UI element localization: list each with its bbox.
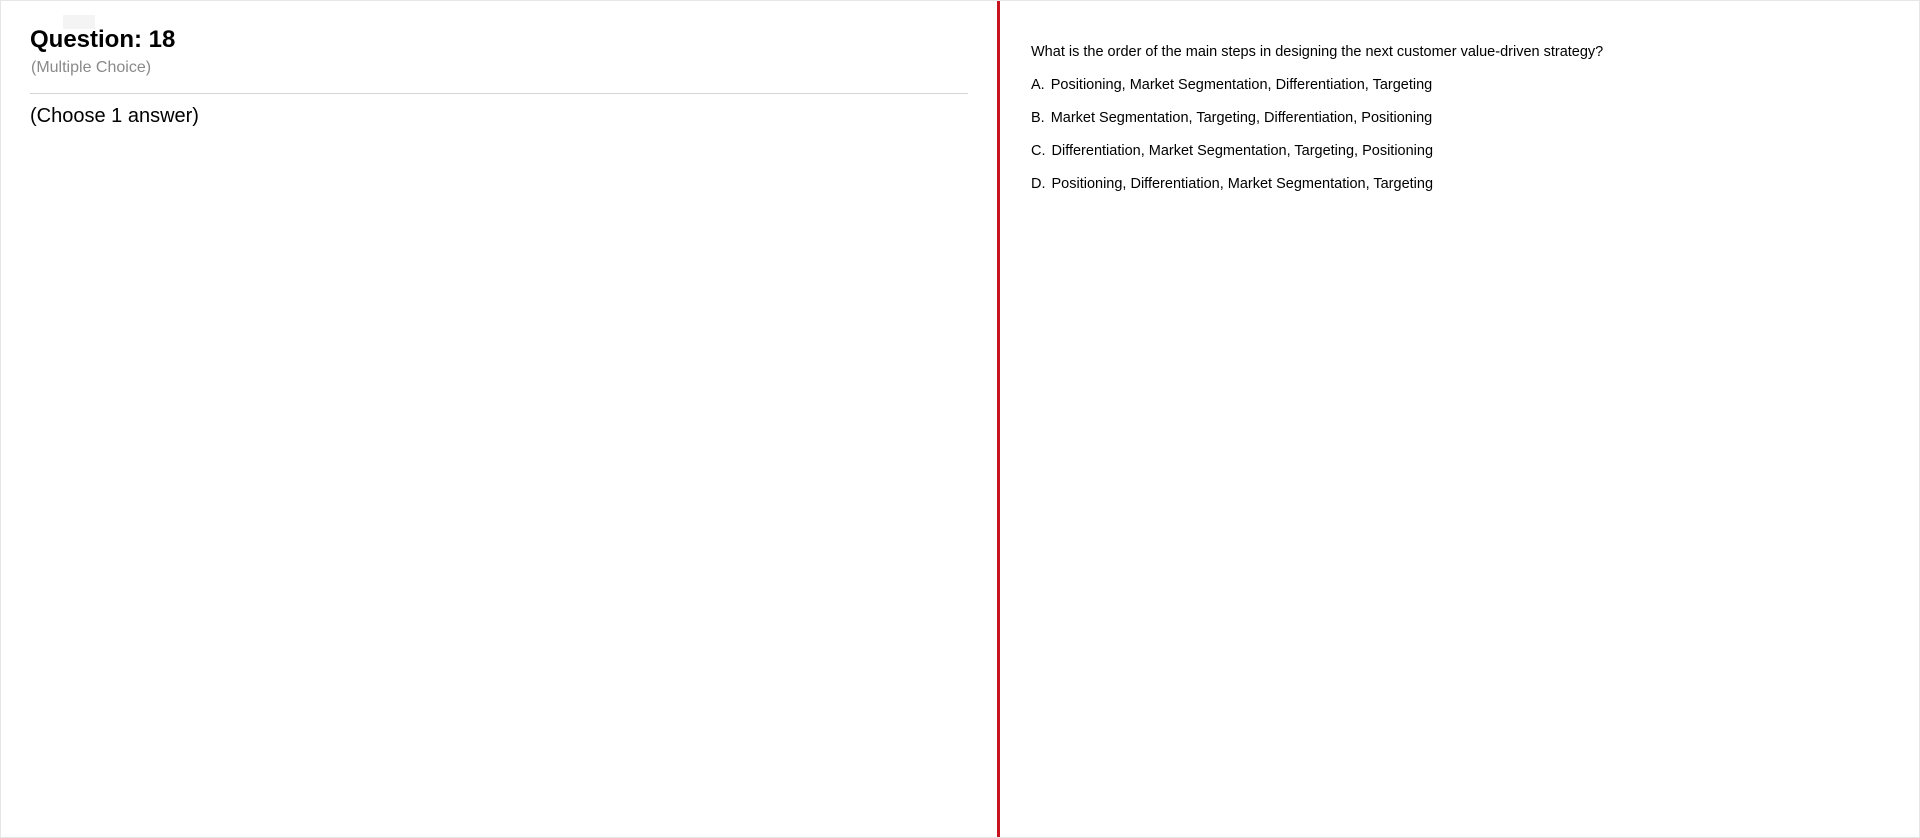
answer-option-c[interactable]: C. Differentiation, Market Segmentation, … <box>1031 142 1433 160</box>
question-title: Question: 18 <box>30 26 176 53</box>
option-letter: D. <box>1031 176 1046 192</box>
answer-option-b[interactable]: B. Market Segmentation, Targeting, Differ… <box>1031 109 1432 127</box>
answer-instruction: (Choose 1 answer) <box>30 105 199 127</box>
option-letter: B. <box>1031 110 1045 126</box>
header-divider <box>30 93 968 94</box>
question-body-pane: What is the order of the main steps in d… <box>1000 1 1919 837</box>
option-letter: A. <box>1031 77 1045 93</box>
option-letter: C. <box>1031 143 1046 159</box>
option-text: Market Segmentation, Targeting, Differen… <box>1050 110 1433 126</box>
question-page: Question: 18 (Multiple Choice) (Choose 1… <box>0 0 1920 838</box>
option-text: Differentiation, Market Segmentation, Ta… <box>1051 143 1434 159</box>
question-type-label: (Multiple Choice) <box>31 59 152 76</box>
option-text: Positioning, Market Segmentation, Differ… <box>1050 77 1433 93</box>
option-text: Positioning, Differentiation, Market Seg… <box>1051 176 1434 192</box>
answer-option-d[interactable]: D. Positioning, Differentiation, Market S… <box>1031 175 1433 193</box>
answer-option-a[interactable]: A. Positioning, Market Segmentation, Diff… <box>1031 76 1432 94</box>
question-header-pane: Question: 18 (Multiple Choice) (Choose 1… <box>1 1 997 837</box>
question-text: What is the order of the main steps in d… <box>1031 44 1604 60</box>
